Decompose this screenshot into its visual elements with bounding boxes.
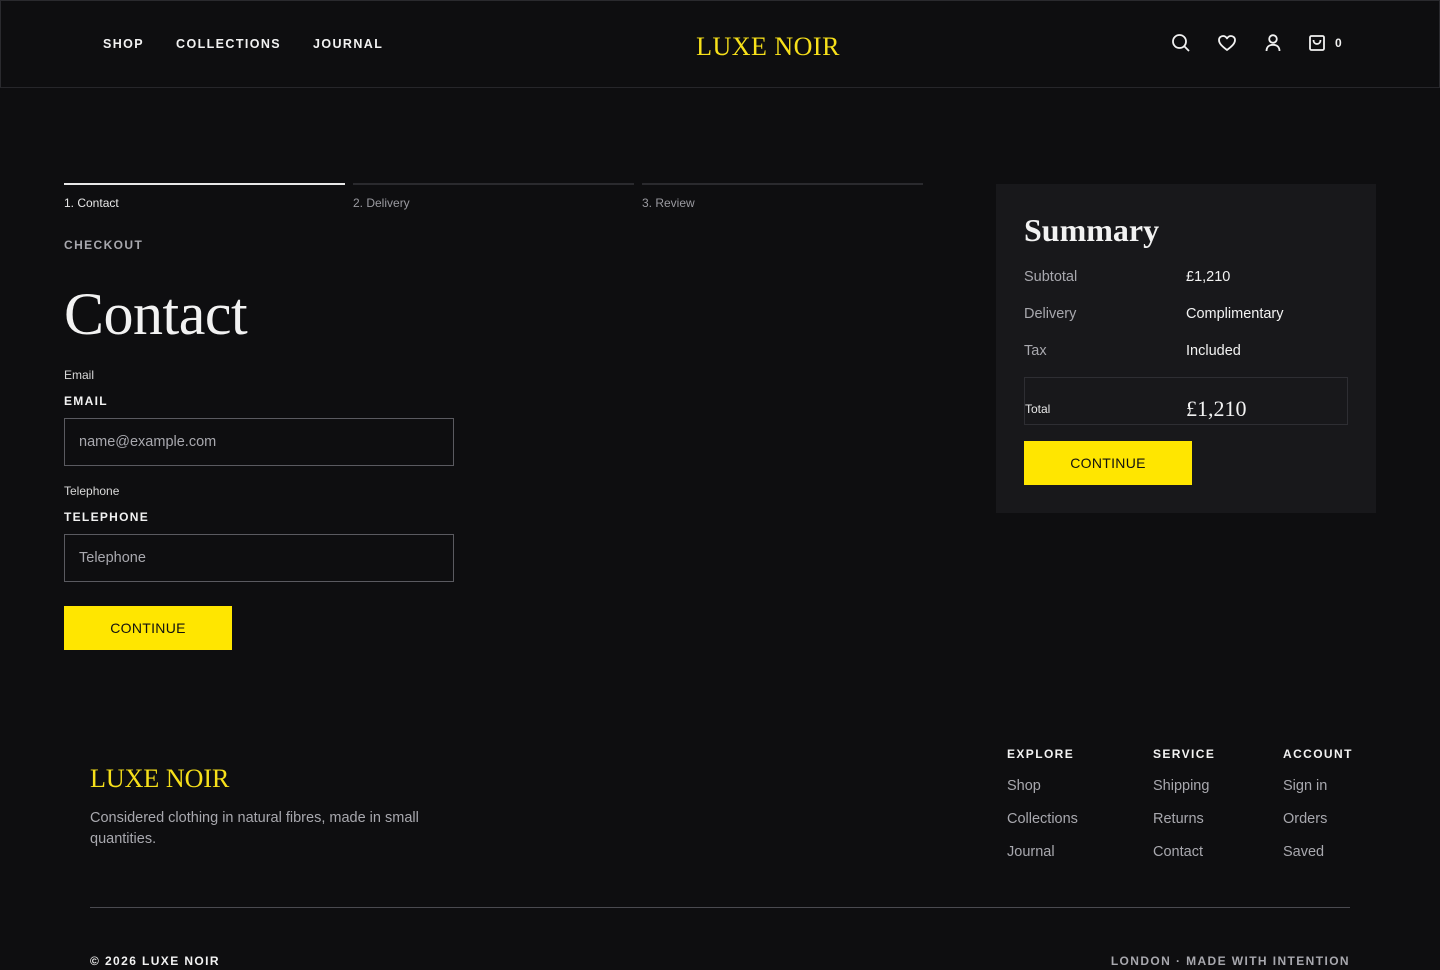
footer-link-contact[interactable]: Contact [1153,844,1215,861]
summary-title: Summary [1024,212,1160,248]
total-label: Total [1025,402,1051,416]
footer-column-explore: EXPLORE Shop Collections Journal [1007,747,1078,877]
site-header: SHOP COLLECTIONS JOURNAL LUXE NOIR 0 [0,0,1440,88]
footer-link-collections[interactable]: Collections [1007,811,1078,828]
step-bar [64,183,345,185]
step-delivery[interactable]: 2. Delivery [353,183,634,210]
summary-total: Total £1,210 [1024,377,1348,425]
telephone-label: TELEPHONE [64,510,150,524]
footer-link-shipping[interactable]: Shipping [1153,778,1215,795]
telephone-small-label: Telephone [64,484,120,498]
summary-value: Complimentary [1186,306,1284,322]
footer-column-account: ACCOUNT Sign in Orders Saved [1283,747,1353,877]
footer-column-title: EXPLORE [1007,747,1075,761]
copyright: © 2026 LUXE NOIR [90,954,220,968]
checkout-eyebrow: CHECKOUT [64,238,144,252]
order-summary: Summary Subtotal £1,210 Delivery Complim… [996,184,1376,513]
summary-key: Delivery [1024,306,1077,322]
site-logo[interactable]: LUXE NOIR [696,32,840,62]
footer-divider [90,907,1350,908]
summary-value: £1,210 [1186,269,1231,285]
user-icon[interactable] [1261,31,1285,55]
heart-icon[interactable] [1215,31,1239,55]
footer-link-sign-in[interactable]: Sign in [1283,778,1353,795]
search-icon[interactable] [1169,31,1193,55]
email-label: EMAIL [64,394,108,408]
step-label: 1. Contact [64,196,119,210]
step-review[interactable]: 3. Review [642,183,923,210]
footer-link-shop[interactable]: Shop [1007,778,1078,795]
header-actions: 0 [1169,31,1342,55]
summary-key: Tax [1024,343,1047,359]
checkout-steps: 1. Contact 2. Delivery 3. Review [64,183,923,210]
summary-continue-button[interactable]: CONTINUE [1024,441,1192,485]
summary-value: Included [1186,343,1241,359]
footer-column-service: SERVICE Shipping Returns Contact [1153,747,1215,877]
cart-count: 0 [1335,36,1342,50]
summary-key: Subtotal [1024,269,1078,285]
footer-link-returns[interactable]: Returns [1153,811,1215,828]
step-contact[interactable]: 1. Contact [64,183,345,210]
telephone-field[interactable] [64,534,454,582]
footer-made-with: LONDON · MADE WITH INTENTION [1110,954,1350,968]
page-title: Contact [64,281,248,347]
footer-tagline: Considered clothing in natural fibres, m… [90,810,419,847]
step-label: 3. Review [642,196,695,210]
step-bar [353,183,634,185]
email-field[interactable] [64,418,454,466]
step-bar [642,183,923,185]
email-small-label: Email [64,368,95,382]
total-value: £1,210 [1186,396,1247,421]
footer-link-journal[interactable]: Journal [1007,844,1078,861]
footer-column-title: SERVICE [1153,747,1216,761]
bag-icon[interactable] [1305,31,1329,55]
continue-button[interactable]: CONTINUE [64,606,232,650]
footer-link-orders[interactable]: Orders [1283,811,1353,828]
footer-column-title: ACCOUNT [1283,747,1353,761]
footer-link-saved[interactable]: Saved [1283,844,1353,861]
step-label: 2. Delivery [353,196,410,210]
footer-logo[interactable]: LUXE NOIR [90,764,229,794]
